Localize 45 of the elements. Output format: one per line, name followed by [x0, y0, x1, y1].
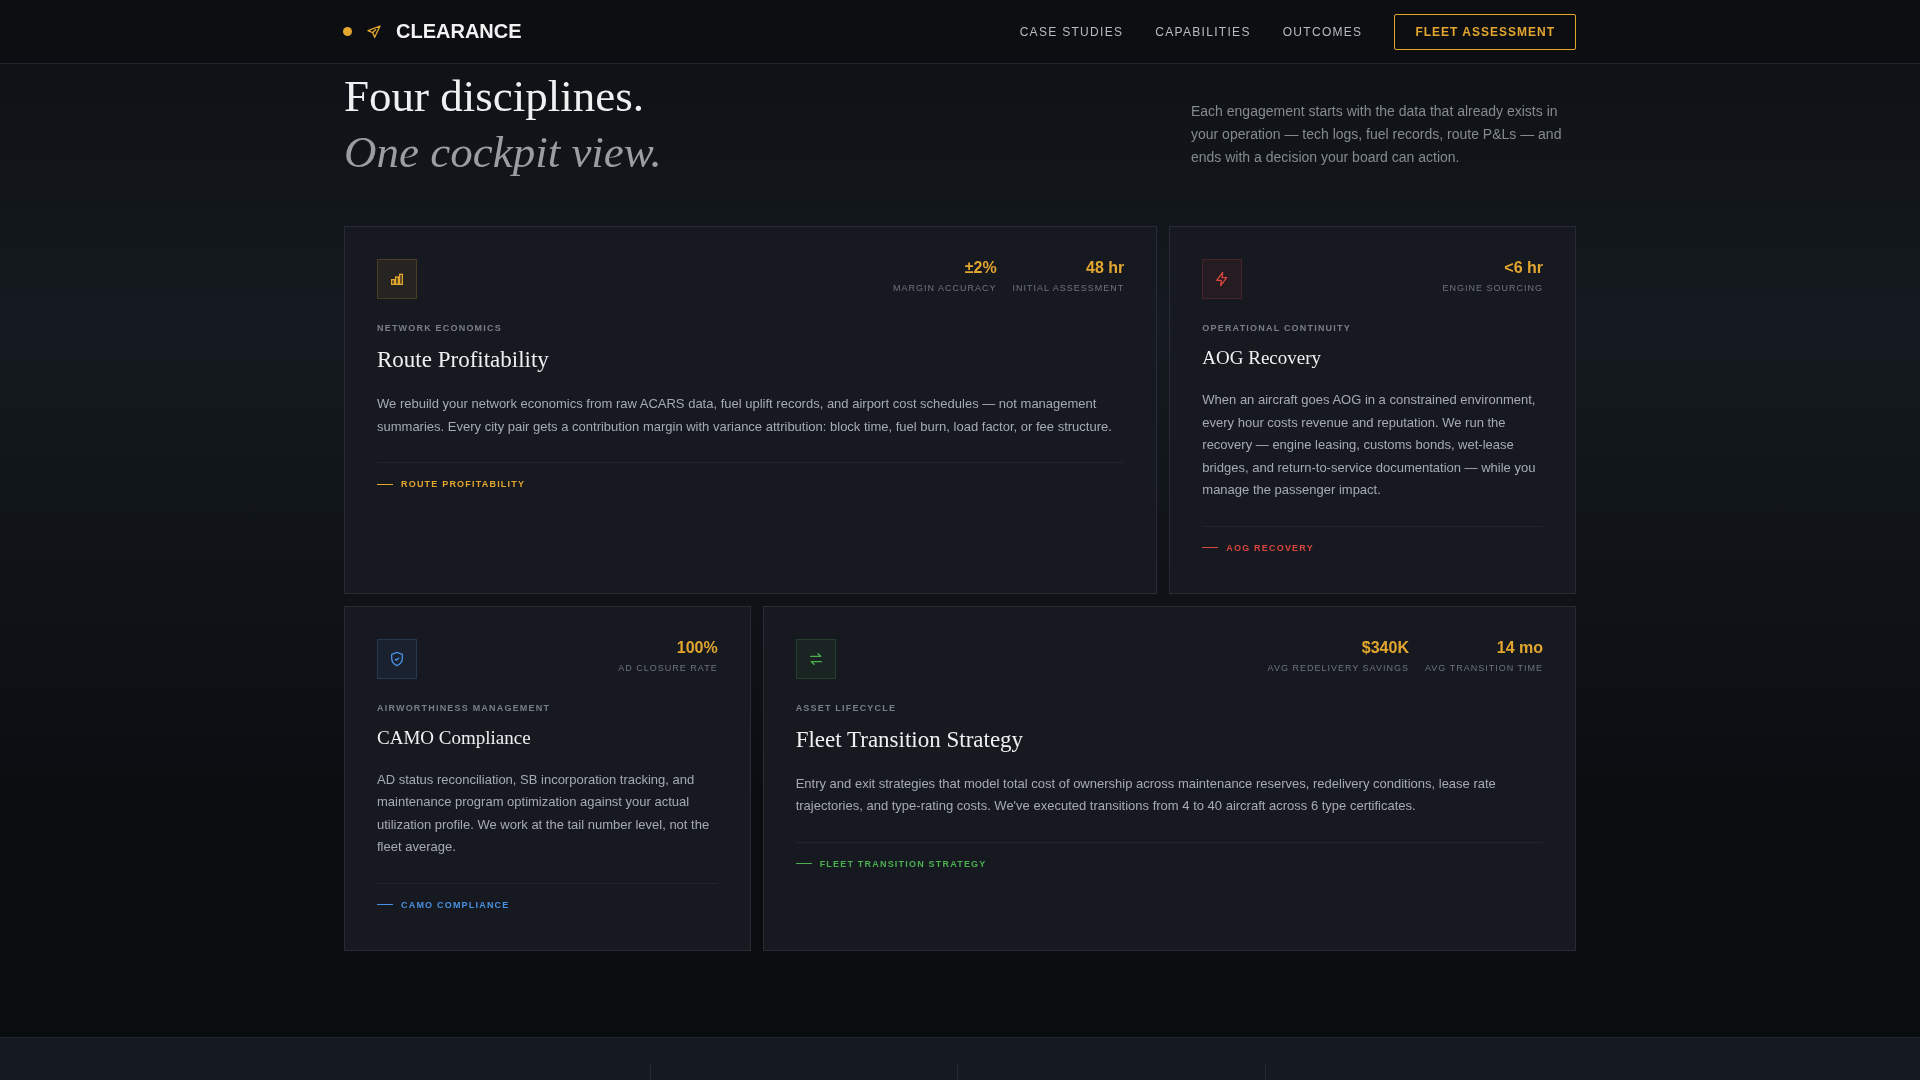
stat-value: 48 hr — [1086, 259, 1125, 277]
card-title: Fleet Transition Strategy — [795, 726, 1025, 753]
stat-label: ENGINE SOURCING — [1442, 283, 1543, 293]
stat-label: AVG TRANSITION TIME — [1424, 662, 1543, 673]
stat-value: $340K — [1361, 638, 1409, 657]
card-title: CAMO Compliance — [377, 726, 532, 749]
card-link[interactable]: AOG RECOVERY — [1226, 542, 1314, 553]
accent-rule — [795, 863, 812, 864]
card-link[interactable]: FLEET TRANSITION STRATEGY — [819, 858, 987, 869]
bar-chart-icon — [389, 271, 405, 287]
hero-subtitle: One cockpit view. — [344, 126, 662, 178]
swap-arrows-icon — [807, 650, 824, 667]
stat-label: AVG REDELIVERY SAVINGS — [1267, 662, 1409, 673]
card-title: AOG Recovery — [1202, 347, 1323, 369]
nav-link[interactable]: CAPABILITIES — [1155, 24, 1251, 39]
hero-title: Four disciplines. — [344, 70, 645, 122]
card-eyebrow: ASSET LIFECYCLE — [795, 702, 898, 713]
status-dot-icon — [343, 27, 352, 36]
stat-value: 100% — [676, 638, 718, 657]
stat-value: ±2% — [964, 259, 997, 277]
nav-link[interactable]: CASE STUDIES — [1019, 24, 1124, 39]
stat-label: AD CLOSURE RATE — [618, 662, 718, 673]
card-link[interactable]: ROUTE PROFITABILITY — [401, 479, 526, 489]
plane-icon — [366, 23, 382, 40]
brand-name[interactable]: CLEARANCE — [396, 20, 522, 43]
fleet-assessment-button[interactable]: FLEET ASSESSMENT — [1394, 13, 1576, 50]
shield-check-icon — [389, 650, 405, 667]
card-description: We rebuild your network economics from raw ACARS data, fuel uplift records, and airport cost schedules — not management summaries. Every city pair gets a contribution margin with variance attribution: block time, fuel burn, load factor, or fee structure. — [377, 395, 1113, 436]
stat-label: INITIAL ASSESSMENT — [1012, 283, 1125, 293]
accent-rule — [1202, 547, 1219, 548]
card-link[interactable]: CAMO COMPLIANCE — [401, 899, 510, 910]
accent-rule — [377, 483, 393, 485]
card-eyebrow: NETWORK ECONOMICS — [377, 323, 503, 333]
card-description: AD status reconciliation, SB incorporation tracking, and maintenance program optimization against your actual utilization profile. We work at the tail number level, not the fleet average. — [377, 770, 711, 856]
nav-link[interactable]: OUTCOMES — [1282, 24, 1363, 39]
card-eyebrow: OPERATIONAL CONTINUITY — [1202, 323, 1352, 333]
card-title: Route Profitability — [377, 347, 550, 373]
hero-intro: Each engagement starts with the data that already exists in your operation — tech logs, fuel records, route P&Ls — and ends with a decision your board can action. — [1191, 102, 1563, 167]
stat-label: MARGIN ACCURACY — [893, 283, 997, 293]
card-description: When an aircraft goes AOG in a constrained environment, every hour costs revenue and reputation. We run the recovery — engine leasing, customs bonds, wet-lease bridges, and return-to-service documentation — while you manage the passenger impact. — [1202, 391, 1537, 499]
stat-value: <6 hr — [1504, 259, 1543, 277]
stat-value: 14 mo — [1496, 638, 1543, 657]
accent-rule — [377, 904, 393, 905]
card-eyebrow: AIRWORTHINESS MANAGEMENT — [377, 702, 552, 713]
card-description: Entry and exit strategies that model total cost of ownership across maintenance reserves, redelivery conditions, lease rate trajectories, and type-rating costs. We've executed transitions from 4 to 40 aircraft across 6 type certificates. — [795, 774, 1497, 815]
